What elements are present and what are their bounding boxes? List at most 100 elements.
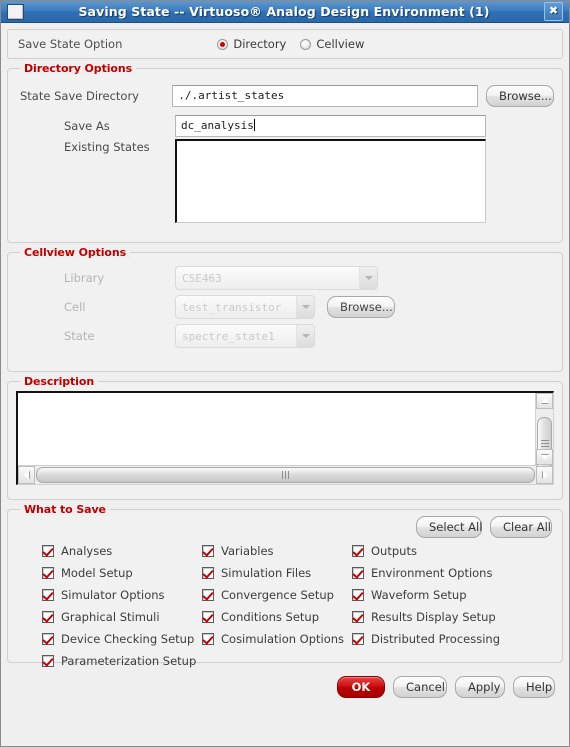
checkbox-label: Parameterization Setup [61,654,197,668]
apply-button[interactable]: Apply [455,676,505,698]
checkbox-indicator[interactable] [42,611,54,623]
horizontal-scroll-thumb[interactable] [36,467,535,483]
cellview-options-legend: Cellview Options [20,246,131,259]
radio-directory[interactable]: Directory [217,37,286,51]
saving-state-dialog: Saving State -- Virtuoso® Analog Design … [0,0,570,747]
description-textarea[interactable] [18,393,535,465]
save-as-value: dc_analysis [181,119,254,132]
checkbox-label: Convergence Setup [221,588,334,602]
checkbox-indicator[interactable] [202,589,214,601]
checkbox-indicator[interactable] [352,589,364,601]
radio-directory-indicator[interactable] [217,38,229,50]
clear-all-button[interactable]: Clear All [490,516,552,538]
state-label: State [64,329,95,343]
checkbox-indicator[interactable] [42,545,54,557]
checkbox-label: Simulation Files [221,566,312,580]
state-save-directory-label: State Save Directory [20,89,139,103]
checkbox-item[interactable]: Model Setup [42,562,202,584]
cell-combobox: test_transistor [175,295,315,319]
checkbox-indicator[interactable] [352,633,364,645]
library-value: CSE463 [182,272,222,285]
checkbox-label: Graphical Stimuli [61,610,160,624]
checkbox-item[interactable]: Graphical Stimuli [42,606,202,628]
radio-cellview[interactable]: Cellview [300,37,364,51]
save-state-option-label: Save State Option [18,37,123,51]
checkbox-indicator[interactable] [42,567,54,579]
checkbox-item[interactable]: Waveform Setup [352,584,562,606]
description-horizontal-scrollbar[interactable] [18,465,553,484]
checkbox-indicator[interactable] [42,633,54,645]
checkbox-indicator[interactable] [202,567,214,579]
horizontal-scroll-track[interactable] [35,466,536,484]
library-label: Library [64,271,105,285]
checkbox-label: Cosimulation Options [221,632,345,646]
select-all-button[interactable]: Select All [416,516,482,538]
cancel-button[interactable]: Cancel [393,676,447,698]
radio-cellview-label: Cellview [316,37,365,51]
checkbox-label: Waveform Setup [371,588,467,602]
ok-button[interactable]: OK [337,676,385,698]
window-menu-icon[interactable] [7,3,24,20]
scroll-right-icon[interactable] [536,466,553,484]
cellview-browse-button[interactable]: Browse... [327,296,395,318]
directory-options-legend: Directory Options [20,62,137,75]
state-save-directory-input[interactable]: ./.artist_states [172,85,478,107]
save-state-option-bar: Save State Option Directory Cellview [7,29,563,59]
directory-options-group: Directory Options State Save Directory .… [7,62,563,243]
checkbox-item[interactable]: Parameterization Setup [42,650,202,672]
checkbox-label: Environment Options [371,566,493,580]
save-as-label: Save As [64,119,110,133]
checkbox-label: Variables [221,544,274,558]
checkbox-item[interactable]: Distributed Processing [352,628,562,650]
directory-browse-button[interactable]: Browse... [486,85,554,107]
checkbox-item[interactable]: Convergence Setup [202,584,352,606]
checkbox-indicator[interactable] [352,545,364,557]
chevron-down-icon [296,325,314,347]
checkbox-label: Model Setup [61,566,133,580]
checkbox-label: Outputs [371,544,417,558]
close-icon[interactable]: ✖ [544,2,563,21]
chevron-down-icon [359,267,377,289]
scroll-left-icon[interactable] [18,466,35,484]
checkbox-indicator[interactable] [202,545,214,557]
checkbox-label: Device Checking Setup [61,632,195,646]
what-to-save-legend: What to Save [20,503,110,516]
checkbox-indicator[interactable] [202,633,214,645]
description-editor[interactable] [16,391,554,485]
checkbox-item[interactable]: Conditions Setup [202,606,352,628]
checkbox-indicator[interactable] [352,567,364,579]
checkbox-item[interactable]: Simulation Files [202,562,352,584]
checkbox-indicator[interactable] [42,655,54,667]
existing-states-list[interactable] [175,139,486,223]
checkbox-label: Simulator Options [61,588,165,602]
save-as-input[interactable]: dc_analysis [175,115,486,137]
existing-states-label: Existing States [64,140,150,154]
what-to-save-group: What to Save Select All Clear All Analys… [7,503,563,668]
state-value: spectre_state1 [182,330,275,343]
checkbox-indicator[interactable] [42,589,54,601]
cellview-options-group: Cellview Options Library CSE463 Cell tes… [7,246,563,372]
checkbox-item[interactable]: Variables [202,540,352,562]
chevron-down-icon [296,296,314,318]
checkbox-item[interactable]: Simulator Options [42,584,202,606]
radio-directory-label: Directory [233,37,287,51]
checkbox-item[interactable]: Analyses [42,540,202,562]
checkbox-item[interactable]: Cosimulation Options [202,628,352,650]
radio-cellview-indicator[interactable] [300,38,312,50]
vertical-scroll-track[interactable] [536,409,553,471]
checkbox-item[interactable]: Environment Options [352,562,562,584]
state-combobox: spectre_state1 [175,324,315,348]
checkbox-label: Analyses [61,544,113,558]
help-button[interactable]: Help [513,676,555,698]
titlebar[interactable]: Saving State -- Virtuoso® Analog Design … [1,1,569,23]
checkbox-item[interactable]: Device Checking Setup [42,628,202,650]
checkbox-item[interactable]: Outputs [352,540,562,562]
checkbox-indicator[interactable] [352,611,364,623]
description-vertical-scrollbar[interactable] [535,393,553,471]
grip-icon [281,471,291,479]
checkbox-indicator[interactable] [202,611,214,623]
scroll-down-icon[interactable] [536,449,553,465]
checkbox-item[interactable]: Results Display Setup [352,606,562,628]
scroll-up-icon[interactable] [536,393,553,409]
description-legend: Description [20,375,99,388]
